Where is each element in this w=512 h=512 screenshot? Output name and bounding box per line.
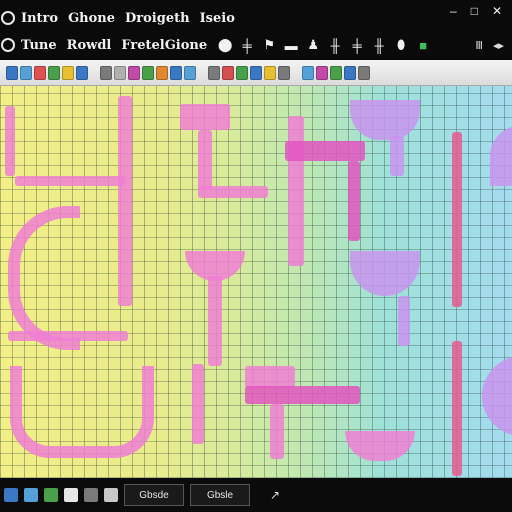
pipe-shape: [10, 366, 154, 458]
title-word-1: Intro: [21, 10, 59, 26]
title-word-3: Droigeth: [125, 10, 190, 26]
taskbar-app-icon[interactable]: [44, 488, 58, 502]
ribbon-tab-3[interactable]: FretelGione: [121, 38, 207, 53]
pipe-shape: [208, 276, 222, 366]
ribbon-menu-icon[interactable]: [1, 38, 15, 52]
taskbar-button-2[interactable]: Gbsle: [190, 484, 250, 506]
pipe-shape: [285, 141, 365, 161]
panel-toggle-icon[interactable]: ◂▸: [493, 39, 504, 52]
taskbar-app-icon[interactable]: [104, 488, 118, 502]
taskbar-icons: [4, 488, 118, 502]
close-button[interactable]: ✕: [492, 4, 502, 18]
pipe-shape: [198, 186, 268, 198]
pipe-shape: [452, 341, 462, 476]
pipe-shape: [288, 116, 304, 266]
toolbar-tool-icon[interactable]: [358, 65, 370, 80]
pipe-shape: [8, 331, 128, 341]
cursor-arrow-icon: ↗: [270, 488, 281, 502]
maximize-button[interactable]: □: [471, 4, 478, 18]
taskbar-button-1[interactable]: Gbsde: [124, 484, 184, 506]
toolbar-tool-icon[interactable]: [128, 65, 140, 80]
pipe-shape: [390, 136, 404, 176]
toolbar-tool-icon[interactable]: [264, 65, 276, 80]
toolbar-tool-icon[interactable]: [62, 65, 74, 80]
minimize-button[interactable]: –: [450, 4, 457, 18]
toolbar-tool-icon[interactable]: [316, 65, 328, 80]
oval-icon[interactable]: ⬮: [393, 36, 409, 54]
columns-icon[interactable]: Ⅲ: [475, 39, 483, 52]
toolbar-tool-icon[interactable]: [20, 65, 32, 80]
toolbar-tool-icon[interactable]: [34, 65, 46, 80]
person-icon[interactable]: ♟: [305, 36, 321, 54]
settings-icon[interactable]: ⬤: [217, 36, 233, 54]
toolbar-tool-icon[interactable]: [114, 65, 126, 80]
drawing-canvas[interactable]: [0, 86, 512, 478]
toolbar-tool-icon[interactable]: [302, 65, 314, 80]
pipe-shape: [5, 106, 15, 176]
toolbar: [0, 60, 512, 86]
taskbar-app-icon[interactable]: [64, 488, 78, 502]
sliders-icon[interactable]: ╪: [239, 36, 255, 54]
pipe-shape: [180, 104, 230, 130]
sliders-icon[interactable]: ╫: [371, 36, 387, 54]
taskbar-app-icon[interactable]: [4, 488, 18, 502]
sliders-icon[interactable]: ╫: [327, 36, 343, 54]
pipe-shape: [118, 96, 132, 306]
pipe-shape: [15, 176, 125, 186]
toolbar-tool-icon[interactable]: [156, 65, 168, 80]
title-word-2: Ghone: [68, 10, 116, 26]
pipe-shape: [270, 404, 284, 459]
pipe-shape: [198, 130, 212, 190]
toolbar-tool-icon[interactable]: [278, 65, 290, 80]
toolbar-tool-icon[interactable]: [6, 65, 18, 80]
pipe-shape: [245, 366, 295, 388]
pipe-shape: [452, 132, 462, 307]
toolbar-tool-icon[interactable]: [184, 65, 196, 80]
toolbar-tool-icon[interactable]: [142, 65, 154, 80]
toolbar-tool-icon[interactable]: [344, 65, 356, 80]
taskbar: Gbsde Gbsle ↗: [0, 478, 512, 512]
sliders-icon[interactable]: ╪: [349, 36, 365, 54]
ribbon-right-controls: Ⅲ ◂▸: [475, 32, 504, 58]
toolbar-tool-icon[interactable]: [250, 65, 262, 80]
toolbar-tool-icon[interactable]: [170, 65, 182, 80]
title-bar: Intro Ghone Droigeth Iseio – □ ✕ Tune Ro…: [0, 0, 512, 60]
toolbar-tool-icon[interactable]: [48, 65, 60, 80]
pipe-shape: [245, 386, 360, 404]
app-icon[interactable]: [1, 11, 15, 25]
dash-icon[interactable]: ▬: [283, 36, 299, 54]
toolbar-tool-icon[interactable]: [222, 65, 234, 80]
toolbar-tool-icon[interactable]: [236, 65, 248, 80]
pipe-shape: [192, 364, 204, 444]
pipe-shape: [398, 296, 410, 346]
toolbar-tool-icon[interactable]: [76, 65, 88, 80]
title-word-4: Iseio: [199, 10, 235, 26]
toolbar-tool-icon[interactable]: [330, 65, 342, 80]
taskbar-app-icon[interactable]: [24, 488, 38, 502]
toolbar-tool-icon[interactable]: [100, 65, 112, 80]
window-controls: – □ ✕: [450, 4, 502, 18]
ribbon-tab-2[interactable]: Rowdl: [67, 38, 112, 53]
taskbar-app-icon[interactable]: [84, 488, 98, 502]
pipe-shape: [348, 161, 360, 241]
toolbar-tool-icon[interactable]: [208, 65, 220, 80]
flag-icon[interactable]: ⚑: [261, 36, 277, 54]
green-square-icon[interactable]: ■: [415, 36, 431, 54]
ribbon-tab-1[interactable]: Tune: [21, 38, 57, 53]
